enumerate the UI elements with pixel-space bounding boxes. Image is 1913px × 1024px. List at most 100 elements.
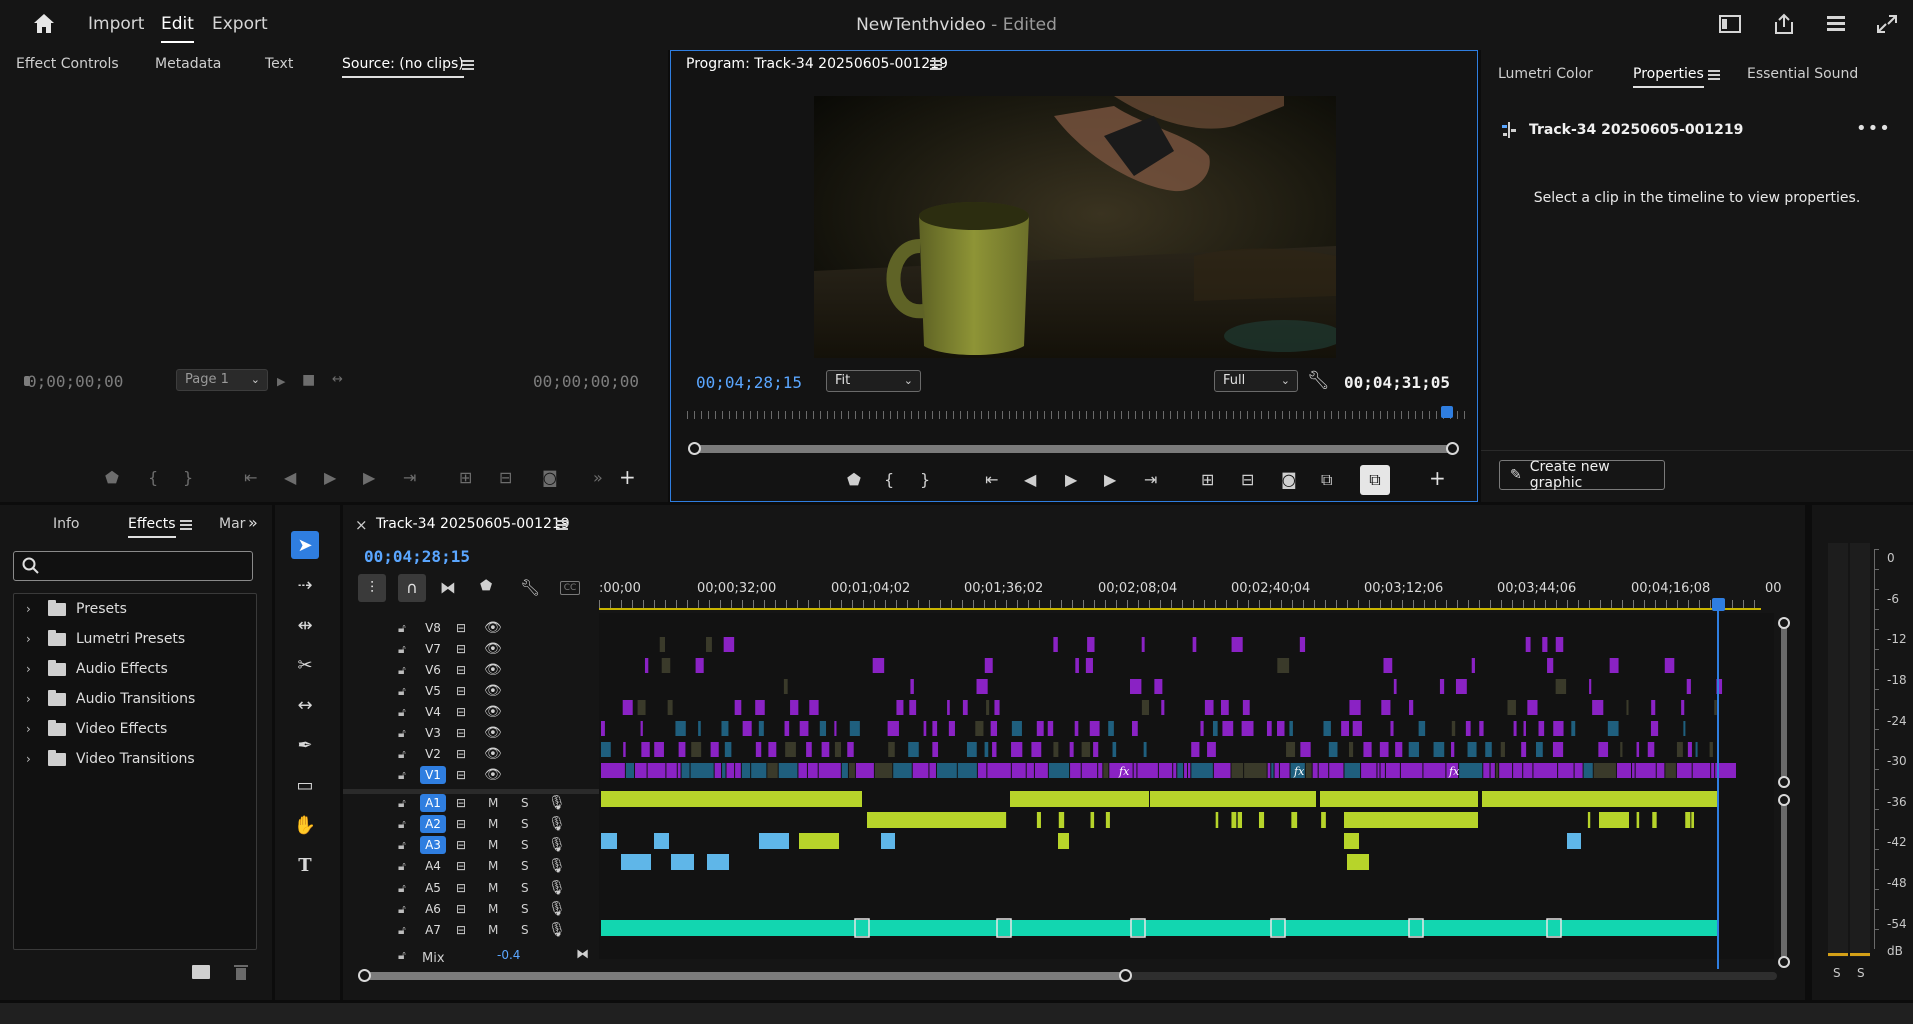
lock-icon[interactable]: 🔓︎ bbox=[398, 923, 406, 938]
video-clip[interactable] bbox=[1483, 763, 1490, 778]
video-clip[interactable] bbox=[1274, 763, 1279, 778]
video-clip[interactable] bbox=[1305, 763, 1312, 778]
video-clip[interactable] bbox=[1363, 742, 1372, 757]
video-clip[interactable] bbox=[1089, 721, 1100, 736]
audio-clip[interactable] bbox=[1090, 812, 1095, 828]
video-clip[interactable] bbox=[936, 763, 957, 778]
chevron-right-icon[interactable]: › bbox=[26, 752, 40, 766]
video-clip[interactable] bbox=[1523, 721, 1526, 736]
video-clip[interactable] bbox=[1664, 658, 1675, 673]
video-clip[interactable] bbox=[755, 742, 762, 757]
audio-clip[interactable] bbox=[867, 812, 1004, 828]
video-clip[interactable] bbox=[1141, 637, 1145, 652]
video-clip[interactable] bbox=[1131, 721, 1138, 736]
track-select-tool-icon[interactable]: ⇢ bbox=[291, 571, 319, 599]
loop-icon[interactable]: ↔ bbox=[332, 372, 343, 388]
video-clip[interactable] bbox=[1459, 763, 1483, 778]
microphone-icon[interactable]: 🎙︎ bbox=[548, 901, 566, 917]
mark-out-icon[interactable]: } bbox=[183, 470, 193, 486]
video-clip[interactable] bbox=[1439, 679, 1445, 694]
video-clip[interactable] bbox=[1081, 763, 1098, 778]
video-clip[interactable] bbox=[695, 658, 704, 673]
video-clip[interactable] bbox=[1177, 763, 1184, 778]
video-clip[interactable] bbox=[1687, 742, 1692, 757]
video-clip[interactable] bbox=[1085, 658, 1093, 673]
video-clip[interactable] bbox=[809, 700, 819, 715]
lock-icon[interactable]: 🔓︎ bbox=[398, 705, 406, 720]
tree-item-video-transitions[interactable]: › Video Transitions bbox=[26, 748, 195, 770]
video-clip[interactable] bbox=[1533, 763, 1558, 778]
mute-button[interactable]: M bbox=[488, 817, 498, 831]
tab-effect-controls[interactable]: Effect Controls bbox=[16, 56, 119, 72]
add-marker-icon[interactable]: ⬟ bbox=[480, 578, 492, 594]
video-clip[interactable] bbox=[1636, 742, 1640, 757]
slip-tool-icon[interactable]: ↔ bbox=[291, 691, 319, 719]
video-clip[interactable] bbox=[1553, 721, 1564, 736]
audio-clip[interactable] bbox=[1105, 812, 1110, 828]
video-clip[interactable] bbox=[1098, 763, 1103, 778]
eye-icon[interactable]: 👁︎ bbox=[484, 662, 502, 678]
video-clip[interactable] bbox=[976, 679, 988, 694]
video-clip[interactable] bbox=[1328, 742, 1338, 757]
solo-left-button[interactable]: S bbox=[1833, 966, 1841, 980]
audio-clip[interactable] bbox=[601, 833, 617, 849]
audio-clip[interactable] bbox=[1291, 812, 1298, 828]
video-clip[interactable] bbox=[1395, 742, 1403, 757]
sync-lock-icon[interactable]: ⊟ bbox=[456, 726, 466, 740]
video-clip[interactable] bbox=[1451, 742, 1455, 757]
video-clip[interactable] bbox=[1266, 721, 1272, 736]
video-clip[interactable] bbox=[666, 763, 677, 778]
tab-effects[interactable]: Effects bbox=[128, 516, 176, 538]
video-clip[interactable] bbox=[675, 721, 686, 736]
video-clip[interactable] bbox=[1692, 763, 1711, 778]
selection-tool-icon[interactable]: ➤ bbox=[291, 531, 319, 559]
video-clip[interactable] bbox=[1108, 721, 1114, 736]
video-clip[interactable] bbox=[1191, 763, 1213, 778]
video-clip[interactable] bbox=[1349, 700, 1361, 715]
audio-clip[interactable] bbox=[1002, 812, 1007, 828]
video-clip[interactable] bbox=[992, 742, 997, 757]
lock-icon[interactable]: 🔓︎ bbox=[398, 684, 406, 699]
audio-clip[interactable] bbox=[1344, 833, 1359, 849]
video-clip[interactable] bbox=[1589, 679, 1592, 694]
video-clip[interactable] bbox=[1632, 763, 1635, 778]
video-clip[interactable] bbox=[1381, 700, 1391, 715]
video-clip[interactable] bbox=[1212, 721, 1218, 736]
video-clip[interactable] bbox=[1609, 658, 1619, 673]
video-clip[interactable] bbox=[1523, 763, 1533, 778]
video-clip[interactable] bbox=[1141, 700, 1150, 715]
program-zoom-bar[interactable] bbox=[693, 445, 1453, 453]
video-clip[interactable] bbox=[1133, 763, 1137, 778]
sync-lock-icon[interactable]: ⊟ bbox=[456, 796, 466, 810]
snap-icon[interactable]: ∩ bbox=[398, 574, 426, 602]
microphone-icon[interactable]: 🎙︎ bbox=[548, 880, 566, 896]
video-clip[interactable] bbox=[1433, 742, 1445, 757]
microphone-icon[interactable]: 🎙︎ bbox=[548, 816, 566, 832]
video-clip[interactable] bbox=[893, 763, 912, 778]
video-clip[interactable] bbox=[690, 763, 714, 778]
video-clip[interactable] bbox=[1312, 763, 1318, 778]
eye-icon[interactable]: 👁︎ bbox=[484, 767, 502, 783]
sync-lock-icon[interactable]: ⊟ bbox=[456, 881, 466, 895]
captions-icon[interactable]: CC bbox=[560, 581, 580, 595]
video-clip[interactable] bbox=[1409, 700, 1414, 715]
audio-scroll-handle-top[interactable] bbox=[1778, 794, 1790, 806]
video-clip[interactable] bbox=[932, 742, 939, 757]
mute-button[interactable]: M bbox=[488, 881, 498, 895]
tab-essential-sound[interactable]: Essential Sound bbox=[1747, 66, 1858, 82]
audio-clip[interactable] bbox=[1231, 812, 1237, 828]
lock-icon[interactable]: 🔓︎ bbox=[398, 621, 406, 636]
tree-item-audio-effects[interactable]: › Audio Effects bbox=[26, 658, 168, 680]
video-clip[interactable] bbox=[1244, 763, 1267, 778]
chevron-right-icon[interactable]: › bbox=[26, 632, 40, 646]
export-frame-icon[interactable]: ◙ bbox=[1281, 472, 1297, 488]
video-scroll-handle-top[interactable] bbox=[1778, 617, 1790, 629]
sync-lock-icon[interactable]: ⊟ bbox=[456, 923, 466, 937]
properties-menu-icon[interactable] bbox=[1708, 70, 1720, 80]
video-clip[interactable] bbox=[1535, 742, 1543, 757]
video-clip[interactable] bbox=[1087, 637, 1095, 652]
video-clip[interactable] bbox=[1220, 700, 1229, 715]
step-forward-icon[interactable]: ▶ bbox=[363, 470, 375, 486]
video-clip[interactable] bbox=[1408, 742, 1419, 757]
audio-clip[interactable] bbox=[1599, 812, 1629, 828]
